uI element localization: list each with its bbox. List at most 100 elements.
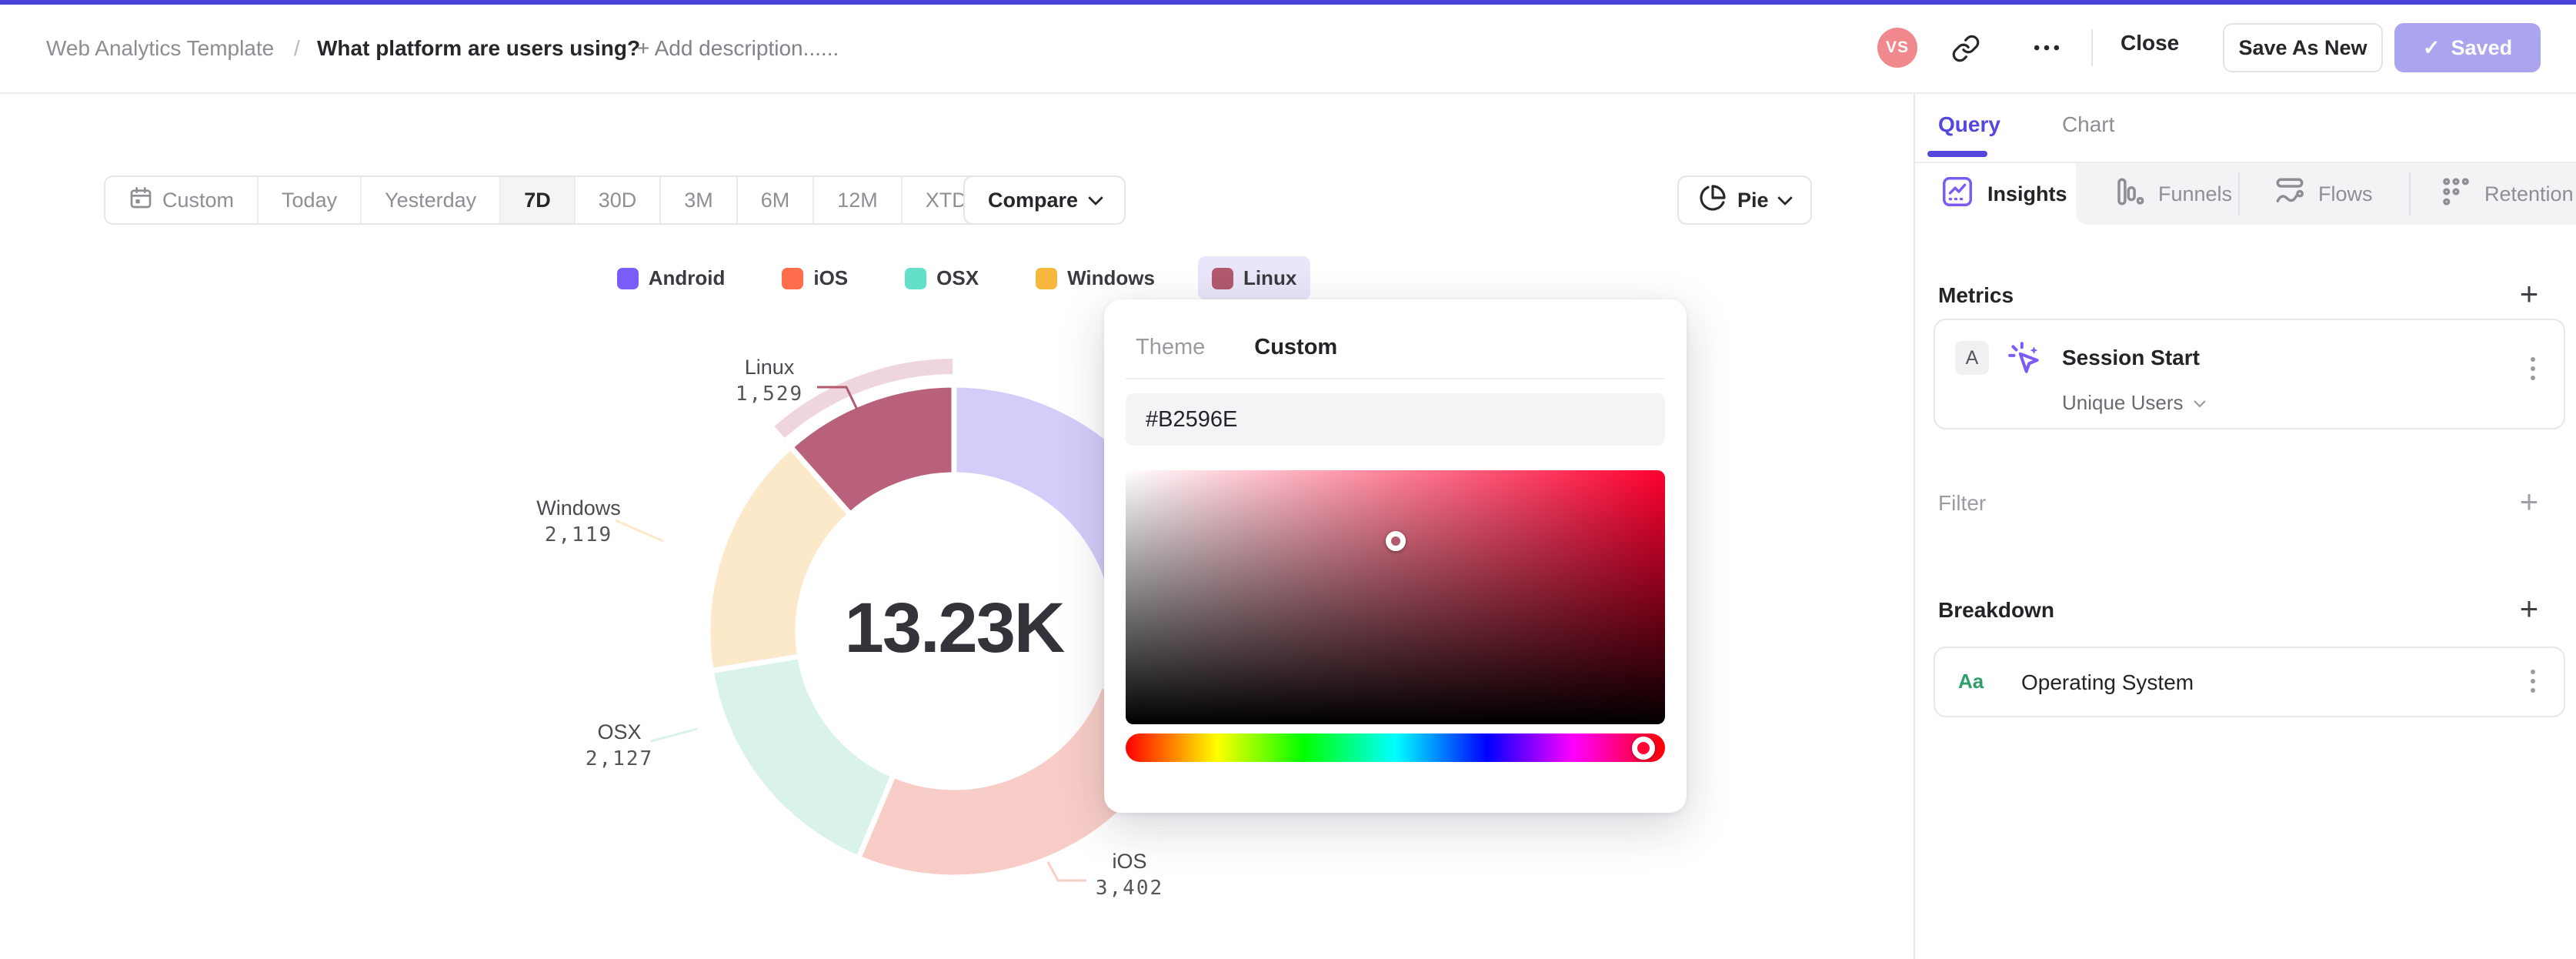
breakdown-card[interactable]: Aa Operating System xyxy=(1934,647,2565,717)
view-tab-label: Retention xyxy=(2484,182,2574,206)
view-tab-retention[interactable]: Retention xyxy=(2440,163,2574,225)
series-letter-badge: A xyxy=(1955,341,1989,375)
legend-item-osx[interactable]: OSX xyxy=(891,256,993,300)
slice-value: 3,402 xyxy=(1095,877,1164,900)
breakdown-header: Breakdown xyxy=(1938,598,2054,622)
view-tab-funnels[interactable]: Funnels xyxy=(2114,163,2232,225)
view-tab-label: Funnels xyxy=(2158,182,2233,206)
legend-swatch-windows xyxy=(1036,267,1058,289)
chevron-down-icon xyxy=(2193,395,2206,408)
picker-divider xyxy=(1126,378,1665,379)
pie-chart-icon xyxy=(1699,184,1727,217)
event-sparkle-icon xyxy=(2006,339,2044,382)
range-label: XTD xyxy=(925,188,967,212)
panel-tabs: Query Chart xyxy=(1938,112,2114,137)
slice-label-osx: OSX 2,127 xyxy=(558,719,681,773)
add-filter-button[interactable]: + xyxy=(2514,486,2544,518)
legend-item-windows[interactable]: Windows xyxy=(1022,256,1169,300)
view-tab-label: Flows xyxy=(2318,182,2373,206)
legend-swatch-osx xyxy=(905,267,927,289)
page-title[interactable]: What platform are users using? xyxy=(317,35,640,62)
tab-separator xyxy=(2409,172,2411,216)
legend-swatch-android xyxy=(616,267,639,289)
slice-name: iOS xyxy=(1112,850,1147,873)
more-options-icon[interactable] xyxy=(2030,31,2064,68)
add-description-button[interactable]: + Add description...... xyxy=(637,35,839,62)
tab-chart[interactable]: Chart xyxy=(2062,112,2114,137)
flows-icon xyxy=(2274,175,2306,213)
legend-label: Android xyxy=(648,266,726,289)
legend-swatch-ios xyxy=(782,267,804,289)
tab-theme[interactable]: Theme xyxy=(1136,335,1205,360)
chevron-down-icon xyxy=(1088,190,1103,206)
view-tab-insights[interactable]: Insights xyxy=(1940,163,2067,225)
compare-button[interactable]: Compare xyxy=(963,175,1126,225)
hue-slider-handle[interactable] xyxy=(1631,736,1655,760)
metric-card[interactable]: A Session Start Unique Users xyxy=(1934,319,2565,429)
range-3m[interactable]: 3M xyxy=(661,177,738,223)
tab-custom[interactable]: Custom xyxy=(1254,335,1337,360)
chevron-down-icon xyxy=(1777,190,1793,206)
donut-total-value: 13.23K xyxy=(844,589,1066,667)
slice-label-ios: iOS 3,402 xyxy=(1068,848,1191,902)
legend-item-ios[interactable]: iOS xyxy=(768,256,862,300)
legend-label: Linux xyxy=(1243,266,1297,289)
slice-label-linux: Linux 1,529 xyxy=(708,354,831,408)
compare-label: Compare xyxy=(988,188,1079,212)
metric-aggregation-dropdown[interactable]: Unique Users xyxy=(2062,391,2206,415)
chart-type-button[interactable]: Pie xyxy=(1677,175,1812,225)
saved-button[interactable]: ✓ Saved xyxy=(2394,23,2541,72)
breadcrumb-root[interactable]: Web Analytics Template xyxy=(46,35,274,62)
filter-header: Filter xyxy=(1938,491,1987,515)
view-tab-flows[interactable]: Flows xyxy=(2274,163,2373,225)
save-as-new-button[interactable]: Save As New xyxy=(2223,23,2383,72)
range-30d[interactable]: 30D xyxy=(575,177,662,223)
slice-value: 2,127 xyxy=(585,747,654,770)
tab-separator xyxy=(2238,172,2240,216)
range-6m[interactable]: 6M xyxy=(737,177,815,223)
range-label: Custom xyxy=(162,188,235,212)
chart-type-label: Pie xyxy=(1737,188,1769,212)
color-picker-tabs: Theme Custom xyxy=(1136,335,1337,360)
add-metric-button[interactable]: + xyxy=(2514,278,2544,310)
top-accent-line xyxy=(0,0,2576,5)
slice-name: Linux xyxy=(744,356,795,379)
slice-value: 1,529 xyxy=(735,383,804,406)
hex-color-input[interactable] xyxy=(1126,393,1665,446)
range-12m[interactable]: 12M xyxy=(814,177,903,223)
active-tab-underline xyxy=(1927,151,1987,157)
legend-label: OSX xyxy=(936,266,979,289)
close-button[interactable]: Close xyxy=(2121,31,2179,55)
avatar[interactable]: VS xyxy=(1877,28,1917,68)
range-today[interactable]: Today xyxy=(259,177,362,223)
metric-event-name[interactable]: Session Start xyxy=(2062,346,2200,370)
legend-label: Windows xyxy=(1067,266,1155,289)
range-7d[interactable]: 7D xyxy=(501,177,576,223)
query-panel: Query Chart Insights Funnels Flows Reten… xyxy=(1914,94,2576,959)
slice-value: 2,119 xyxy=(544,523,613,546)
funnels-icon xyxy=(2114,175,2146,213)
legend-item-android[interactable]: Android xyxy=(603,256,739,300)
saturation-gradient-area[interactable] xyxy=(1126,470,1665,724)
add-breakdown-button[interactable]: + xyxy=(2514,593,2544,625)
topbar-divider xyxy=(2091,29,2093,66)
saturation-cursor[interactable] xyxy=(1385,531,1406,552)
tab-query[interactable]: Query xyxy=(1938,112,2000,137)
breadcrumb-separator: / xyxy=(294,36,300,60)
hue-slider[interactable] xyxy=(1126,733,1665,762)
aggregation-label: Unique Users xyxy=(2062,391,2184,414)
metric-kebab-menu[interactable] xyxy=(2531,357,2535,380)
share-link-icon[interactable] xyxy=(1951,34,1980,67)
metrics-header: Metrics xyxy=(1938,283,2014,307)
breakdown-kebab-menu[interactable] xyxy=(2531,670,2535,693)
view-tab-label: Insights xyxy=(1987,182,2067,206)
calendar-icon xyxy=(128,185,153,216)
top-bar: Web Analytics Template / What platform a… xyxy=(0,0,2576,94)
legend-item-linux[interactable]: Linux xyxy=(1197,256,1311,300)
breakdown-property-name[interactable]: Operating System xyxy=(2021,670,2194,695)
insights-icon xyxy=(1940,174,1975,215)
range-custom[interactable]: Custom xyxy=(105,177,259,223)
date-range-group: Custom Today Yesterday 7D 30D 3M 6M 12M … xyxy=(104,175,1012,225)
color-picker-popover: Theme Custom xyxy=(1104,299,1687,813)
range-yesterday[interactable]: Yesterday xyxy=(362,177,502,223)
